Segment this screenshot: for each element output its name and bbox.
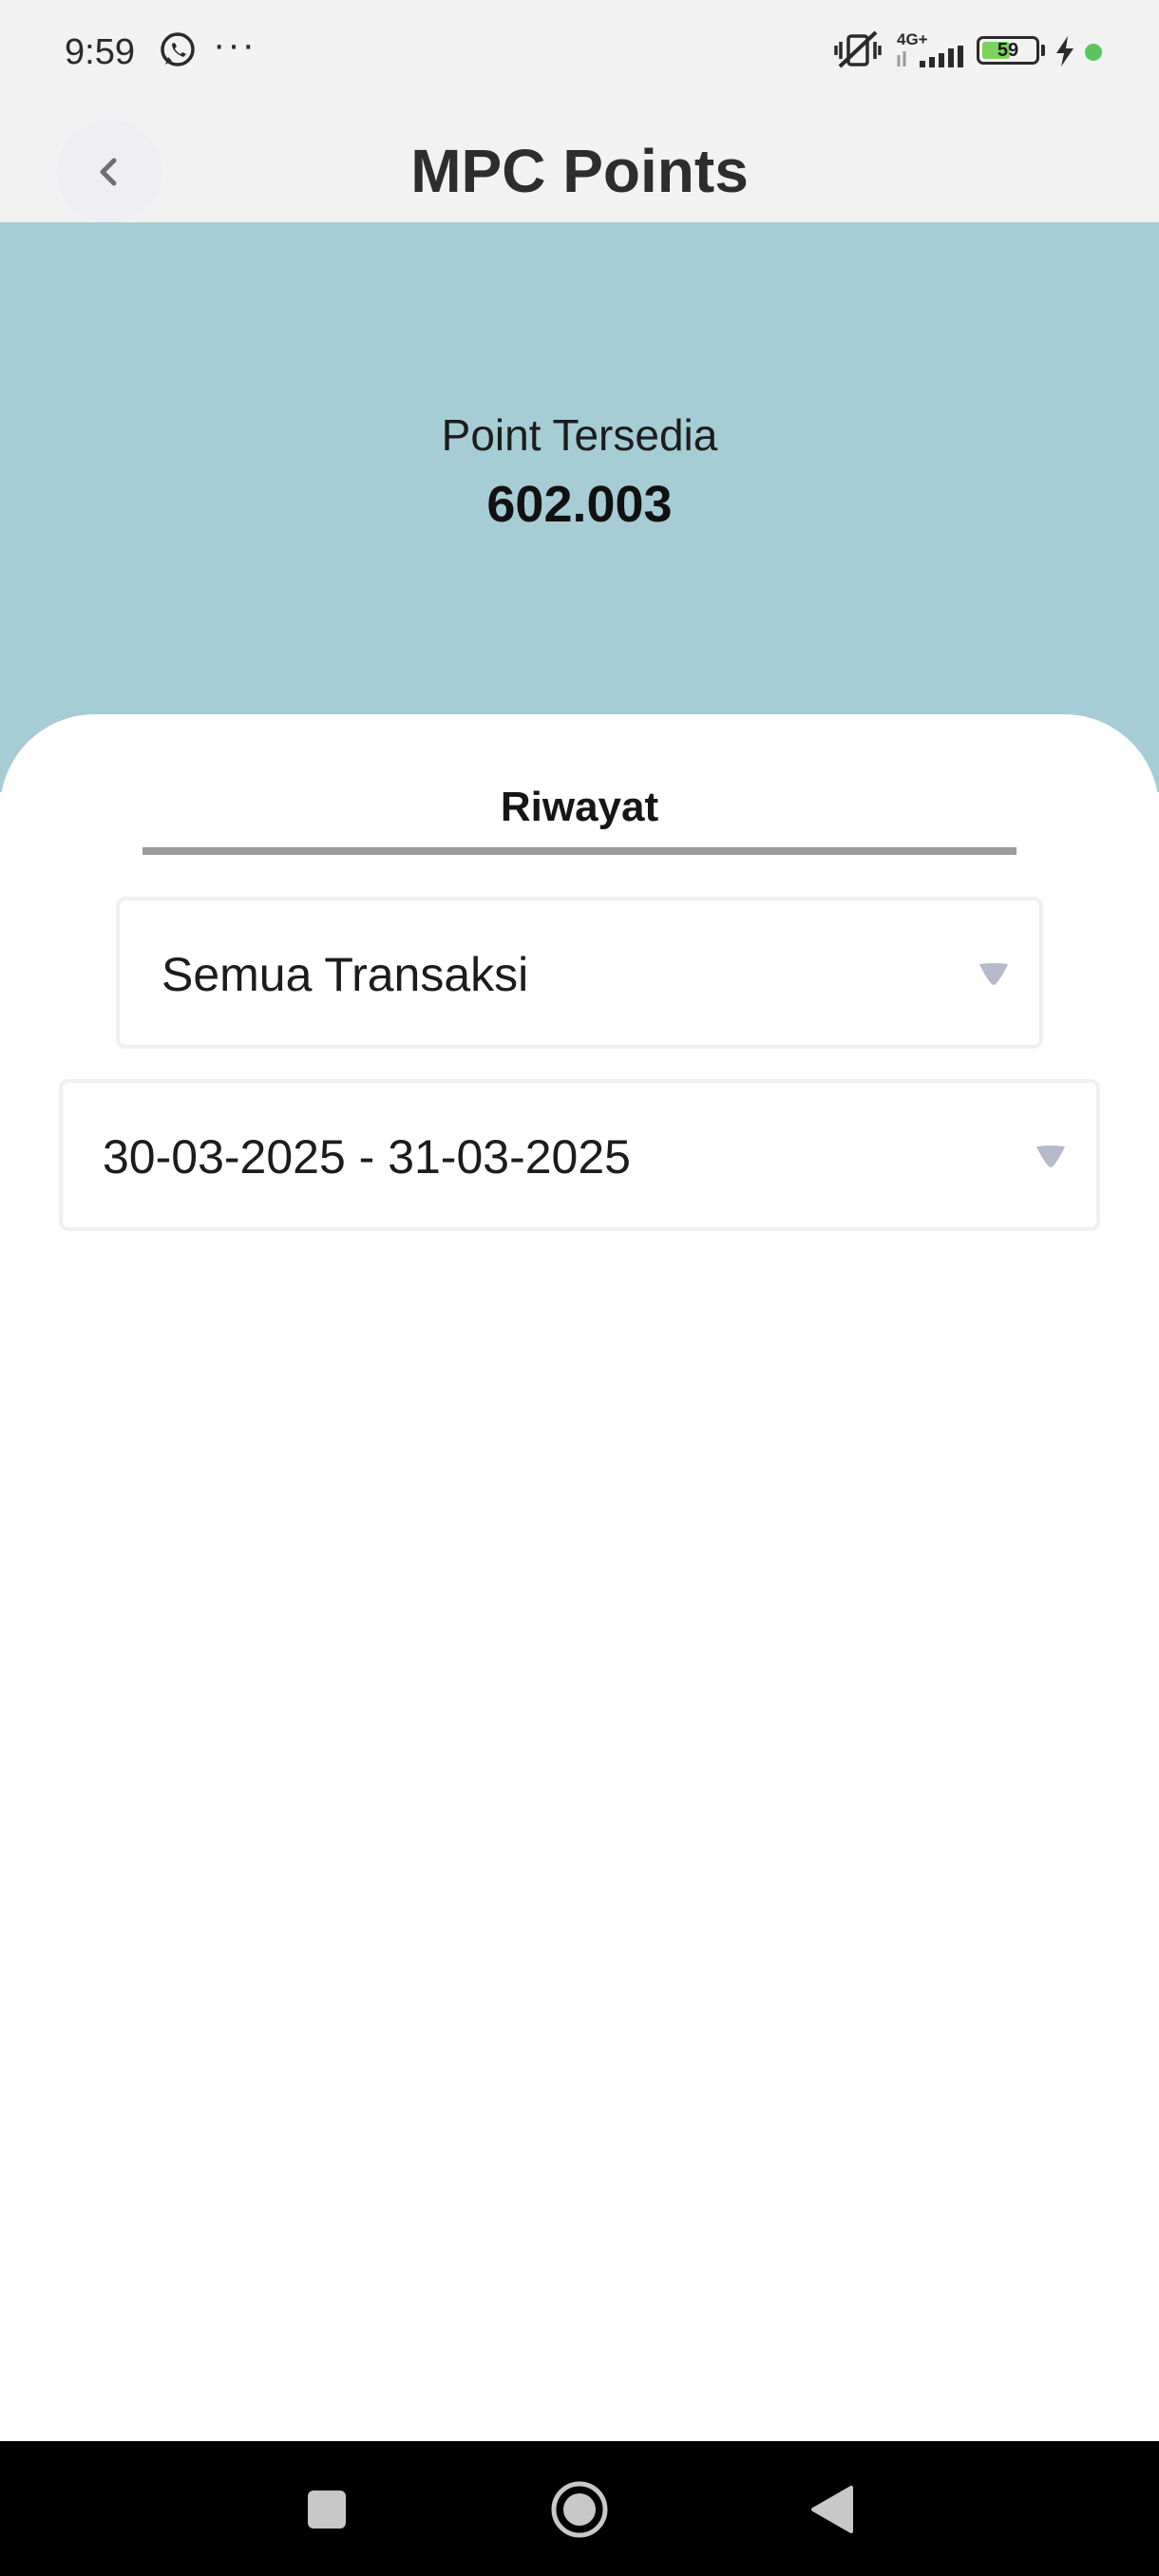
status-bar: 9:59 ··· 4G+ 59 [0,0,1159,104]
caret-down-icon [1036,1146,1065,1167]
back-nav-button[interactable] [800,2477,864,2542]
history-sheet: Riwayat Semua Transaksi 30-03-2025 - 31-… [0,714,1159,2441]
status-icons: 4G+ 59 [817,0,1159,104]
status-time: 9:59 [65,32,135,72]
home-button[interactable] [547,2477,612,2542]
recents-button[interactable] [294,2477,359,2542]
back-icon [811,2486,853,2533]
date-range-value: 30-03-2025 - 31-03-2025 [103,1130,631,1184]
signal-icon [897,46,963,67]
whatsapp-icon [161,32,195,66]
status-overflow: ··· [213,24,256,66]
vibrate-muted-icon [834,30,882,68]
battery-level: 59 [997,40,1019,61]
privacy-indicator [1085,44,1102,61]
tab-underline [142,847,1016,855]
points-value: 602.003 [486,476,673,533]
app-header: MPC Points [0,104,1159,224]
battery-icon: 59 [977,36,1039,65]
page-title: MPC Points [410,137,749,205]
date-range-dropdown[interactable]: 30-03-2025 - 31-03-2025 [59,1079,1100,1231]
tab-history[interactable]: Riwayat [142,767,1016,862]
points-label: Point Tersedia [441,410,718,460]
recents-icon [308,2491,346,2529]
system-nav-bar [0,2441,1159,2576]
home-icon [551,2481,608,2538]
battery-cap [1041,45,1045,56]
caret-down-icon [979,963,1008,985]
charging-icon [1056,36,1074,66]
transaction-type-value: Semua Transaksi [162,948,529,1001]
points-panel: Point Tersedia 602.003 [0,222,1159,792]
tab-history-label: Riwayat [500,784,659,830]
transaction-type-dropdown[interactable]: Semua Transaksi [116,897,1043,1049]
